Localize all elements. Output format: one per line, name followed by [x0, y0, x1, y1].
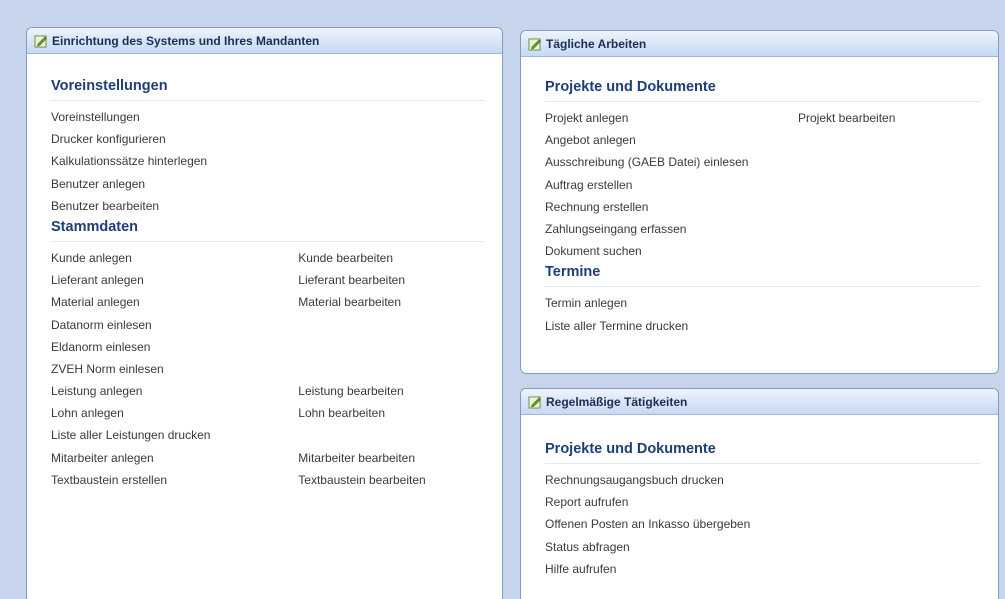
- section-projekte: Projekte und Dokumente Projekt anlegen Pro…: [545, 79, 980, 266]
- menu-row: Eldanorm einlesen: [51, 340, 484, 362]
- menu-link-rechnung-erstellen[interactable]: Rechnung erstellen: [545, 200, 798, 214]
- menu-link-eldanorm-einlesen[interactable]: Eldanorm einlesen: [51, 340, 298, 354]
- menu-link-mitarbeiter-anlegen[interactable]: Mitarbeiter anlegen: [51, 451, 298, 465]
- menu-row: Material anlegen Material bearbeiten: [51, 295, 484, 317]
- menu-link-angebot-anlegen[interactable]: Angebot anlegen: [545, 133, 798, 147]
- menu-row: Rechnungsaugangsbuch drucken: [545, 473, 980, 495]
- menu-link-material-anlegen[interactable]: Material anlegen: [51, 295, 298, 309]
- menu-link-offenen-posten-an-inkasso-uebergeben[interactable]: Offenen Posten an Inkasso übergeben: [545, 517, 798, 531]
- section-title: Stammdaten: [51, 219, 484, 242]
- menu-row: Liste aller Termine drucken: [545, 319, 980, 341]
- edit-note-icon: [34, 35, 47, 47]
- menu-link-lieferant-bearbeiten[interactable]: Lieferant bearbeiten: [298, 273, 484, 287]
- section-title: Termine: [545, 264, 980, 288]
- menu-row: Liste aller Leistungen drucken: [51, 428, 484, 450]
- menu-link-kunde-bearbeiten[interactable]: Kunde bearbeiten: [298, 251, 484, 265]
- menu-link-benutzer-bearbeiten[interactable]: Benutzer bearbeiten: [51, 199, 298, 213]
- menu-link-mitarbeiter-bearbeiten[interactable]: Mitarbeiter bearbeiten: [298, 451, 484, 465]
- menu-link-termin-anlegen[interactable]: Termin anlegen: [545, 296, 798, 310]
- menu-row: Termin anlegen: [545, 296, 980, 318]
- menu-link-projekt-anlegen[interactable]: Projekt anlegen: [545, 111, 798, 125]
- menu-link-lieferant-anlegen[interactable]: Lieferant anlegen: [51, 273, 298, 287]
- section-voreinstellungen: Voreinstellungen Voreinstellungen Drucker …: [51, 78, 484, 221]
- menu-link-ausschreibung-gaeb-datei-einlesen[interactable]: Ausschreibung (GAEB Datei) einlesen: [545, 155, 798, 169]
- menu-link-voreinstellungen[interactable]: Voreinstellungen: [51, 110, 298, 124]
- menu-row: Status abfragen: [545, 540, 980, 562]
- menu-link-leistung-anlegen[interactable]: Leistung anlegen: [51, 384, 298, 398]
- menu-link-status-abfragen[interactable]: Status abfragen: [545, 540, 798, 554]
- menu-link-lohn-bearbeiten[interactable]: Lohn bearbeiten: [298, 406, 484, 420]
- menu-link-benutzer-anlegen[interactable]: Benutzer anlegen: [51, 177, 298, 191]
- panel-setup: Einrichtung des Systems und Ihres Mandan…: [26, 27, 503, 599]
- menu-link-drucker-konfigurieren[interactable]: Drucker konfigurieren: [51, 132, 298, 146]
- panel-daily-body: Projekte und Dokumente Projekt anlegen Pro…: [521, 57, 998, 341]
- panel-daily: Tägliche Arbeiten Projekte und Dokumente…: [520, 30, 999, 374]
- menu-row: Mitarbeiter anlegen Mitarbeiter bearbeite…: [51, 451, 484, 473]
- menu-link-dokument-suchen[interactable]: Dokument suchen: [545, 244, 798, 258]
- menu-link-projekt-bearbeiten[interactable]: Projekt bearbeiten: [798, 111, 978, 125]
- panel-regular-title: Regelmäßige Tätigkeiten: [546, 394, 688, 409]
- menu-row: Datanorm einlesen: [51, 318, 484, 340]
- menu-row: Benutzer anlegen: [51, 177, 484, 199]
- menu-row: Drucker konfigurieren: [51, 132, 484, 154]
- menu-row: Zahlungseingang erfassen: [545, 222, 980, 244]
- section-projekte: Projekte und Dokumente Rechnungsaugangsbu…: [545, 441, 980, 584]
- edit-note-icon: [528, 396, 541, 408]
- menu-link-liste-aller-leistungen-drucken[interactable]: Liste aller Leistungen drucken: [51, 428, 298, 442]
- menu-row: Kunde anlegen Kunde bearbeiten: [51, 251, 484, 273]
- menu-row: Auftrag erstellen: [545, 178, 980, 200]
- menu-link-liste-aller-termine-drucken[interactable]: Liste aller Termine drucken: [545, 319, 798, 333]
- menu-row: Hilfe aufrufen: [545, 562, 980, 584]
- menu-link-lohn-anlegen[interactable]: Lohn anlegen: [51, 406, 298, 420]
- panel-daily-header: Tägliche Arbeiten: [521, 31, 998, 57]
- menu-row: Ausschreibung (GAEB Datei) einlesen: [545, 155, 980, 177]
- menu-row: Report aufrufen: [545, 495, 980, 517]
- menu-row: Angebot anlegen: [545, 133, 980, 155]
- section-title: Projekte und Dokumente: [545, 441, 980, 464]
- panel-regular: Regelmäßige Tätigkeiten Projekte und Dok…: [520, 388, 999, 599]
- menu-link-zahlungseingang-erfassen[interactable]: Zahlungseingang erfassen: [545, 222, 798, 236]
- menu-row: Offenen Posten an Inkasso übergeben: [545, 517, 980, 539]
- menu-link-hilfe-aufrufen[interactable]: Hilfe aufrufen: [545, 562, 798, 576]
- menu-row: ZVEH Norm einlesen: [51, 362, 484, 384]
- section-stammdaten: Stammdaten Kunde anlegen Kunde bearbeiten L…: [51, 219, 484, 495]
- menu-row: Leistung anlegen Leistung bearbeiten: [51, 384, 484, 406]
- menu-link-auftrag-erstellen[interactable]: Auftrag erstellen: [545, 178, 798, 192]
- section-termine: Termine Termin anlegen Liste aller Termine…: [545, 264, 980, 340]
- menu-row: Projekt anlegen Projekt bearbeiten: [545, 111, 980, 133]
- menu-row: Dokument suchen: [545, 244, 980, 266]
- menu-link-zveh-norm-einlesen[interactable]: ZVEH Norm einlesen: [51, 362, 298, 376]
- menu-link-kunde-anlegen[interactable]: Kunde anlegen: [51, 251, 298, 265]
- section-title: Projekte und Dokumente: [545, 79, 980, 102]
- menu-link-report-aufrufen[interactable]: Report aufrufen: [545, 495, 798, 509]
- edit-note-icon: [528, 38, 541, 50]
- menu-row: Lieferant anlegen Lieferant bearbeiten: [51, 273, 484, 295]
- section-title: Voreinstellungen: [51, 78, 484, 101]
- menu-link-textbaustein-bearbeiten[interactable]: Textbaustein bearbeiten: [298, 473, 484, 487]
- menu-link-datanorm-einlesen[interactable]: Datanorm einlesen: [51, 318, 298, 332]
- panel-daily-title: Tägliche Arbeiten: [546, 36, 647, 51]
- panel-setup-title: Einrichtung des Systems und Ihres Mandan…: [52, 33, 320, 48]
- menu-row: Rechnung erstellen: [545, 200, 980, 222]
- menu-row: Textbaustein erstellen Textbaustein bearb…: [51, 473, 484, 495]
- panel-setup-body: Voreinstellungen Voreinstellungen Drucker …: [27, 54, 502, 495]
- panel-regular-header: Regelmäßige Tätigkeiten: [521, 389, 998, 415]
- menu-link-rechnungsaugangsbuch-drucken[interactable]: Rechnungsaugangsbuch drucken: [545, 473, 798, 487]
- menu-row: Kalkulationssätze hinterlegen: [51, 154, 484, 176]
- menu-row: Lohn anlegen Lohn bearbeiten: [51, 406, 484, 428]
- menu-row: Voreinstellungen: [51, 110, 484, 132]
- panel-setup-header: Einrichtung des Systems und Ihres Mandan…: [27, 28, 502, 54]
- menu-row: Benutzer bearbeiten: [51, 199, 484, 221]
- menu-link-material-bearbeiten[interactable]: Material bearbeiten: [298, 295, 484, 309]
- menu-link-leistung-bearbeiten[interactable]: Leistung bearbeiten: [298, 384, 484, 398]
- menu-link-kalkulationssaetze-hinterlegen[interactable]: Kalkulationssätze hinterlegen: [51, 154, 298, 168]
- panel-regular-body: Projekte und Dokumente Rechnungsaugangsbu…: [521, 415, 998, 584]
- menu-link-textbaustein-erstellen[interactable]: Textbaustein erstellen: [51, 473, 298, 487]
